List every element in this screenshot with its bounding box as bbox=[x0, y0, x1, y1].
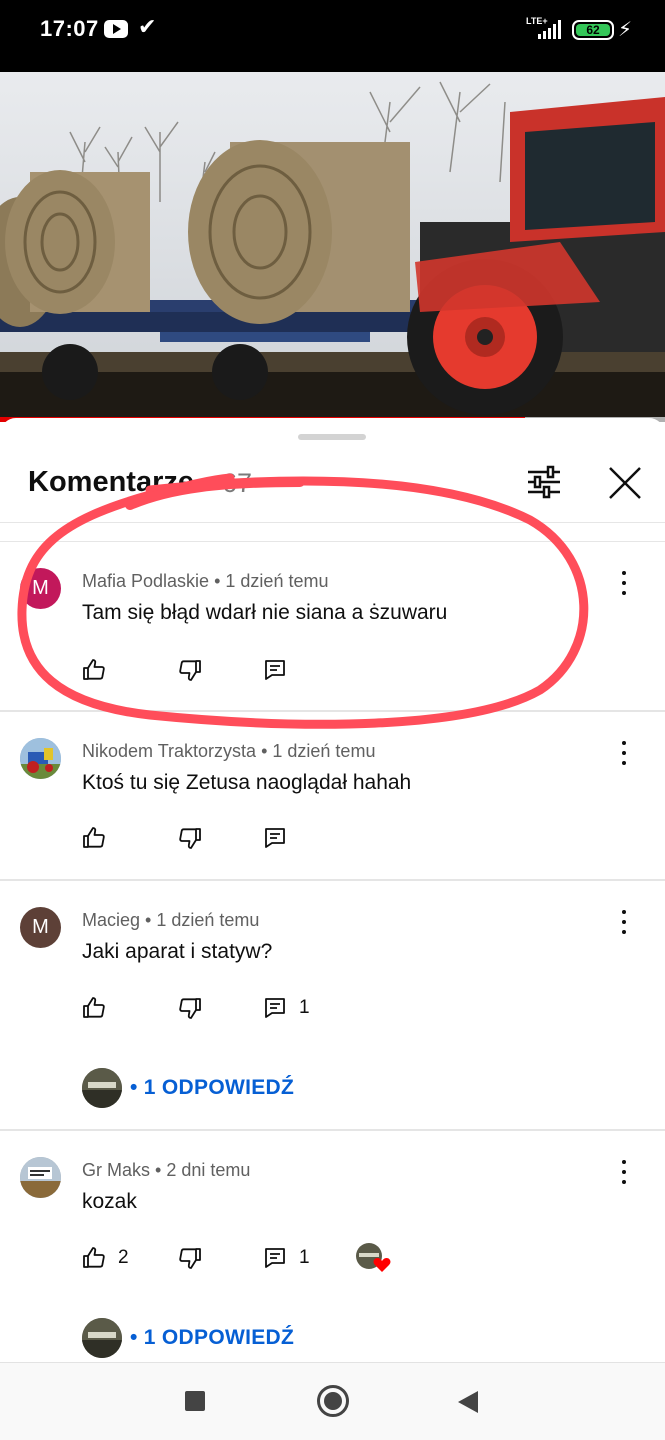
heart-icon bbox=[356, 1243, 391, 1272]
avatar[interactable]: M bbox=[20, 907, 61, 948]
like-button[interactable] bbox=[82, 655, 106, 685]
reply-icon bbox=[265, 828, 285, 848]
comment-meta: Mafia Podlaskie • 1 dzień temu bbox=[82, 571, 328, 592]
comment-item: M Macieg • 1 dzień temu Jaki aparat i st… bbox=[0, 881, 665, 1129]
creator-avatar-image bbox=[82, 1068, 122, 1108]
comment-item: M Mafia Podlaskie • 1 dzień temu Tam się… bbox=[0, 542, 665, 710]
comments-count: 67 bbox=[222, 468, 253, 498]
replies-label: 1 ODPOWIEDŹ bbox=[143, 1076, 295, 1099]
comment-author[interactable]: Nikodem Traktorzysta bbox=[82, 741, 256, 761]
header-divider bbox=[0, 522, 665, 523]
dislike-button[interactable] bbox=[178, 993, 202, 1023]
charging-icon: ⚡ bbox=[618, 19, 633, 41]
like-button[interactable]: 2 bbox=[82, 1243, 129, 1273]
battery-icon: 62 bbox=[572, 20, 614, 40]
comment-item: Gr Maks • 2 dni temu kozak 2 1 • 1 ODPOW… bbox=[0, 1131, 665, 1362]
avatar-image bbox=[20, 1157, 61, 1198]
meta-separator: • bbox=[214, 571, 226, 591]
more-vert-icon[interactable] bbox=[612, 907, 636, 937]
comment-meta: Macieg • 1 dzień temu bbox=[82, 910, 259, 931]
home-button[interactable] bbox=[317, 1385, 349, 1417]
reply-icon bbox=[265, 998, 285, 1018]
download-done-icon: ✔ bbox=[138, 14, 157, 39]
system-nav-bar bbox=[0, 1362, 665, 1440]
reply-button[interactable] bbox=[263, 823, 287, 853]
comment-text: Tam się błąd wdarł nie siana a ṡzuwaru bbox=[82, 601, 448, 624]
like-icon bbox=[83, 997, 105, 1018]
avatar[interactable]: M bbox=[20, 568, 61, 609]
video-player[interactable] bbox=[0, 72, 665, 417]
dislike-button[interactable] bbox=[178, 1243, 202, 1273]
comment-text: Ktoś tu się Zetusa naoglądał hahah bbox=[82, 771, 412, 794]
comment-time: 1 dzień temu bbox=[156, 910, 260, 930]
like-icon bbox=[83, 1247, 105, 1268]
view-replies-button[interactable]: • 1 ODPOWIEDŹ bbox=[82, 1068, 294, 1108]
status-bar: 17:07 ✔ LTE+ 62 ⚡ bbox=[0, 0, 665, 72]
comment-meta: Nikodem Traktorzysta • 1 dzień temu bbox=[82, 741, 375, 762]
reply-icon bbox=[265, 1248, 285, 1268]
meta-separator: • bbox=[145, 910, 157, 930]
creator-avatar bbox=[82, 1068, 122, 1108]
close-icon[interactable] bbox=[604, 462, 646, 504]
status-time: 17:07 bbox=[40, 16, 99, 41]
reply-button[interactable]: 1 bbox=[263, 1243, 310, 1273]
reply-button[interactable] bbox=[263, 655, 287, 685]
meta-separator: • bbox=[261, 741, 273, 761]
comment-meta: Gr Maks • 2 dni temu bbox=[82, 1160, 250, 1181]
like-icon bbox=[83, 827, 105, 848]
creator-heart bbox=[355, 1243, 391, 1273]
comment-text: kozak bbox=[82, 1190, 137, 1213]
view-replies-button[interactable]: • 1 ODPOWIEDŹ bbox=[82, 1318, 294, 1358]
recents-button[interactable] bbox=[185, 1391, 205, 1411]
dislike-button[interactable] bbox=[178, 823, 202, 853]
dislike-button[interactable] bbox=[178, 655, 202, 685]
comment-text: Jaki aparat i statyw? bbox=[82, 940, 273, 963]
comment-time: 1 dzień temu bbox=[225, 571, 329, 591]
comment-author[interactable]: Mafia Podlaskie bbox=[82, 571, 209, 591]
creator-avatar-image bbox=[82, 1318, 122, 1358]
replies-label: 1 ODPOWIEDŹ bbox=[143, 1326, 295, 1349]
video-frame bbox=[0, 72, 665, 417]
meta-separator: • bbox=[155, 1160, 167, 1180]
view-replies-link[interactable]: • 1 ODPOWIEDŹ bbox=[130, 1076, 294, 1100]
reply-icon bbox=[265, 660, 285, 680]
creator-avatar bbox=[82, 1318, 122, 1358]
reply-button[interactable]: 1 bbox=[263, 993, 310, 1023]
filter-icon[interactable] bbox=[524, 462, 564, 502]
comment-author[interactable]: Macieg bbox=[82, 910, 140, 930]
battery-level: 62 bbox=[576, 24, 610, 36]
drag-handle[interactable] bbox=[298, 434, 366, 440]
comments-title: Komentarze bbox=[28, 466, 194, 498]
view-replies-link[interactable]: • 1 ODPOWIEDŹ bbox=[130, 1326, 294, 1350]
more-vert-icon[interactable] bbox=[612, 1157, 636, 1187]
comment-item: Nikodem Traktorzysta • 1 dzień temu Ktoś… bbox=[0, 712, 665, 880]
comment-author[interactable]: Gr Maks bbox=[82, 1160, 150, 1180]
more-vert-icon[interactable] bbox=[612, 568, 636, 598]
avatar-image bbox=[20, 738, 61, 779]
avatar[interactable] bbox=[20, 738, 61, 779]
like-icon bbox=[83, 659, 105, 680]
reply-count: 1 bbox=[299, 997, 310, 1018]
dislike-icon bbox=[179, 998, 201, 1019]
avatar[interactable] bbox=[20, 1157, 61, 1198]
like-button[interactable] bbox=[82, 993, 106, 1023]
dislike-icon bbox=[179, 660, 201, 681]
like-count: 2 bbox=[118, 1247, 129, 1268]
dislike-icon bbox=[179, 1248, 201, 1269]
youtube-icon bbox=[104, 20, 128, 38]
avatar-letter: M bbox=[32, 916, 49, 938]
signal-icon bbox=[538, 20, 561, 39]
more-vert-icon[interactable] bbox=[612, 738, 636, 768]
back-button[interactable] bbox=[458, 1391, 478, 1413]
comment-time: 2 dni temu bbox=[166, 1160, 251, 1180]
comment-time: 1 dzień temu bbox=[272, 741, 376, 761]
avatar-letter: M bbox=[32, 577, 49, 599]
dislike-icon bbox=[179, 828, 201, 849]
like-button[interactable] bbox=[82, 823, 106, 853]
reply-count: 1 bbox=[299, 1247, 310, 1268]
